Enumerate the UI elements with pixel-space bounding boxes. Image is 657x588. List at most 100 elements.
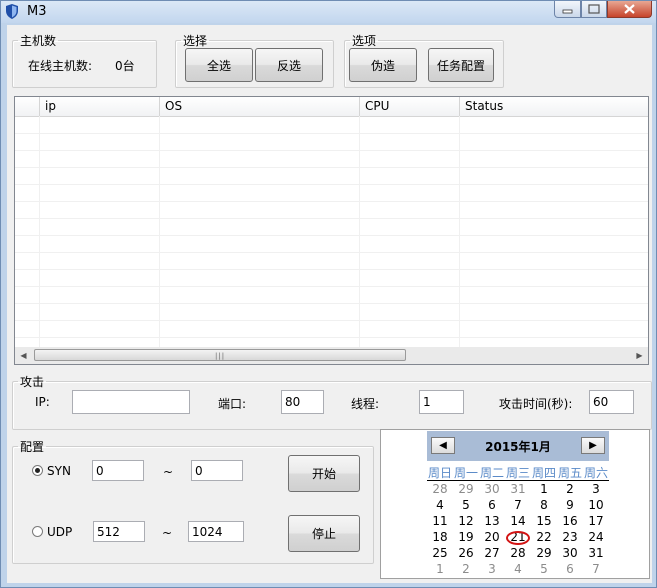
calendar-day[interactable]: 16 [557,514,583,528]
attack-group-legend: 攻击 [20,375,45,389]
client-area: 主机数 在线主机数: 0台 选择 全选 反选 选项 伪造 任务配置 ip OS … [7,25,652,583]
calendar-day[interactable]: 3 [583,482,609,496]
minimize-icon [562,9,573,14]
close-button[interactable] [607,1,652,18]
grid-row-line [15,235,648,236]
syn-radio[interactable] [32,465,43,476]
syn-from-input[interactable] [92,460,144,481]
config-group-legend: 配置 [20,440,45,454]
month-calendar[interactable]: ◀ 2015年1月 ▶ 周日 周一 周二 周三 周四 周五 周六 28 29 30 31 1 2 3 4 5… [380,429,650,579]
calendar-day[interactable]: 15 [531,514,557,528]
weekday-header: 周一 [453,466,478,480]
horizontal-scrollbar[interactable]: ◀ ||| ▶ [15,347,648,364]
syn-to-input[interactable] [191,460,243,481]
grid-row-line [15,150,648,151]
grid-row-line [15,252,648,253]
calendar-day[interactable]: 19 [453,530,479,544]
calendar-day[interactable]: 4 [505,562,531,576]
options-group-legend: 选项 [352,34,377,48]
next-month-button[interactable]: ▶ [581,437,605,454]
maximize-button[interactable] [581,1,607,18]
column-header-cpu[interactable]: CPU [360,97,460,116]
udp-radio[interactable] [32,526,43,537]
calendar-day[interactable]: 8 [531,498,557,512]
calendar-day[interactable]: 5 [531,562,557,576]
select-all-button[interactable]: 全选 [185,48,253,82]
grip-icon: ||| [215,352,226,360]
weekday-header: 周二 [479,466,504,480]
calendar-day[interactable]: 29 [453,482,479,496]
grid-row-line [15,218,648,219]
today-marker [506,531,530,545]
threads-input[interactable] [419,390,464,414]
calendar-day[interactable]: 24 [583,530,609,544]
attack-time-label: 攻击时间(秒): [499,397,573,411]
maximize-icon [588,4,600,14]
calendar-day[interactable]: 12 [453,514,479,528]
start-button[interactable]: 开始 [288,455,360,492]
calendar-day[interactable]: 2 [557,482,583,496]
calendar-day[interactable]: 31 [583,546,609,560]
column-header-os[interactable]: OS [160,97,360,116]
column-header-ip[interactable]: ip [40,97,160,116]
title-bar[interactable]: M3 [1,1,656,23]
weekday-header: 周日 [427,466,452,480]
udp-to-input[interactable] [188,521,244,542]
calendar-day[interactable]: 14 [505,514,531,528]
calendar-day[interactable]: 17 [583,514,609,528]
calendar-day[interactable]: 10 [583,498,609,512]
calendar-day[interactable]: 29 [531,546,557,560]
grid-row-line [15,184,648,185]
scroll-left-icon[interactable]: ◀ [15,347,32,364]
calendar-day[interactable]: 11 [427,514,453,528]
attack-time-input[interactable] [589,390,634,414]
calendar-day[interactable]: 5 [453,498,479,512]
calendar-day[interactable]: 2 [453,562,479,576]
udp-range-separator: ~ [162,526,173,540]
calendar-day[interactable]: 30 [479,482,505,496]
chevron-right-icon: ▶ [589,440,597,451]
scrollbar-thumb[interactable]: ||| [34,349,406,361]
weekday-header: 周四 [531,466,556,480]
invert-selection-button[interactable]: 反选 [255,48,323,82]
task-config-button[interactable]: 任务配置 [428,48,494,82]
calendar-day[interactable]: 28 [505,546,531,560]
column-header-status[interactable]: Status [460,97,648,116]
calendar-day[interactable]: 4 [427,498,453,512]
calendar-day[interactable]: 1 [531,482,557,496]
shield-icon [6,4,18,19]
calendar-day[interactable]: 7 [583,562,609,576]
online-hosts-value: 0台 [115,59,135,73]
calendar-day[interactable]: 13 [479,514,505,528]
calendar-day[interactable]: 31 [505,482,531,496]
scroll-right-icon[interactable]: ▶ [631,347,648,364]
calendar-day[interactable]: 20 [479,530,505,544]
stop-button[interactable]: 停止 [288,515,360,552]
calendar-day[interactable]: 6 [557,562,583,576]
column-header-select[interactable] [15,97,40,116]
calendar-day[interactable]: 18 [427,530,453,544]
calendar-day[interactable]: 26 [453,546,479,560]
calendar-day[interactable]: 30 [557,546,583,560]
host-list[interactable]: ip OS CPU Status ◀ ||| ▶ [14,96,649,365]
calendar-day[interactable]: 23 [557,530,583,544]
radio-selected-dot [35,468,40,473]
calendar-day[interactable]: 28 [427,482,453,496]
calendar-day[interactable]: 22 [531,530,557,544]
calendar-header: ◀ 2015年1月 ▶ [427,431,609,461]
port-input[interactable] [281,390,324,414]
calendar-day[interactable]: 3 [479,562,505,576]
calendar-day[interactable]: 27 [479,546,505,560]
udp-from-input[interactable] [93,521,145,542]
ip-input[interactable] [72,390,190,414]
minimize-button[interactable] [554,1,581,18]
calendar-day[interactable]: 6 [479,498,505,512]
calendar-day[interactable]: 25 [427,546,453,560]
calendar-day[interactable]: 7 [505,498,531,512]
grid-row-line [15,303,648,304]
disguise-button[interactable]: 伪造 [349,48,417,82]
calendar-day[interactable]: 9 [557,498,583,512]
grid-row-line [15,286,648,287]
syn-label: SYN [47,464,71,478]
calendar-day[interactable]: 1 [427,562,453,576]
